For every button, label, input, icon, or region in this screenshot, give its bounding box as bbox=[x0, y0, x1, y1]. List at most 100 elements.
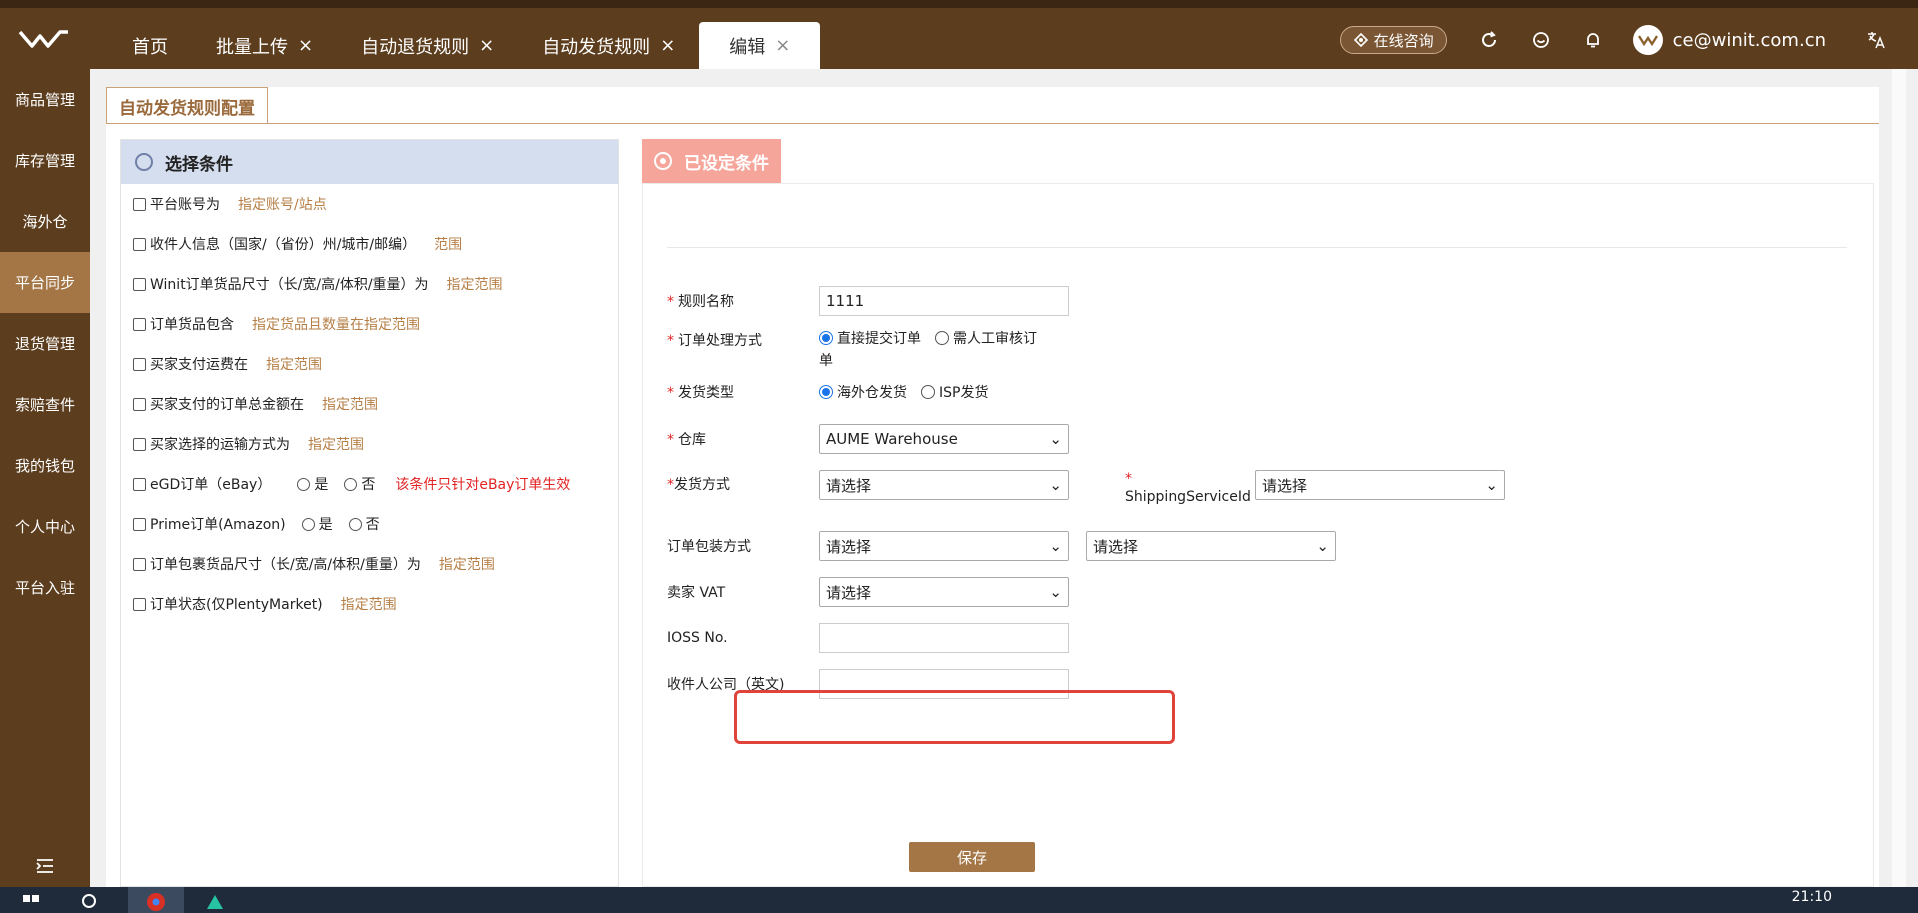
smile-icon[interactable] bbox=[1529, 28, 1553, 52]
checkbox[interactable] bbox=[133, 237, 146, 251]
condition-link[interactable]: 指定货品且数量在指定范围 bbox=[252, 314, 420, 334]
collapse-menu-icon[interactable] bbox=[0, 859, 90, 873]
radio-yes[interactable]: 是 bbox=[297, 474, 328, 494]
chevron-down-icon: ⌄ bbox=[1049, 476, 1062, 494]
sidebar-item-inventory[interactable]: 库存管理 bbox=[0, 130, 90, 191]
condition-link[interactable]: 指定范围 bbox=[439, 554, 495, 574]
user-menu[interactable]: ce@winit.com.cn bbox=[1632, 25, 1826, 55]
sidebar-item-products[interactable]: 商品管理 bbox=[0, 69, 90, 130]
chevron-down-icon: ⌄ bbox=[1049, 430, 1062, 448]
condition-link[interactable]: 指定账号/站点 bbox=[238, 194, 327, 214]
chrome-icon[interactable] bbox=[128, 887, 184, 913]
checkbox[interactable] bbox=[133, 397, 146, 411]
radio-no[interactable]: 否 bbox=[344, 474, 375, 494]
rule-config-page: 自动发货规则配置 选择条件 平台账号为 指定账号/站点 收件人信息（国家/（省份… bbox=[106, 87, 1879, 887]
conditions-panel: 选择条件 平台账号为 指定账号/站点 收件人信息（国家/（省份）州/城市/邮编）… bbox=[120, 139, 619, 887]
os-taskbar: 21:10 bbox=[0, 887, 1918, 913]
condition-link[interactable]: 指定范围 bbox=[266, 354, 322, 374]
condition-link[interactable]: 指定范围 bbox=[447, 274, 503, 294]
search-icon[interactable] bbox=[80, 887, 100, 913]
radio-manual-review[interactable]: 需人工审核订 bbox=[935, 328, 1037, 348]
condition-egd-order: eGD订单（eBay） 是 否 该条件只针对eBay订单生效 bbox=[121, 464, 618, 504]
warehouse-select[interactable]: AUME Warehouse ⌄ bbox=[819, 424, 1069, 454]
radio-no[interactable]: 否 bbox=[348, 514, 380, 534]
page-tab-auto-ship-config[interactable]: 自动发货规则配置 bbox=[106, 87, 268, 124]
condition-recipient-info: 收件人信息（国家/（省份）州/城市/邮编） 范围 bbox=[121, 224, 618, 264]
clock: 21:10 bbox=[1791, 889, 1832, 905]
checkbox[interactable] bbox=[133, 317, 146, 331]
sidebar-item-claims[interactable]: 索赔查件 bbox=[0, 374, 90, 435]
divider bbox=[667, 247, 1847, 248]
windows-icon[interactable] bbox=[22, 887, 40, 913]
app-icon[interactable] bbox=[204, 887, 226, 913]
target-icon bbox=[654, 152, 672, 170]
checkbox[interactable] bbox=[133, 557, 146, 571]
tab-bar: 首页 批量上传 × 自动退货规则 × 自动发货规则 × 编辑 × bbox=[108, 22, 821, 69]
tab-underline bbox=[106, 123, 1879, 124]
winit-logo[interactable] bbox=[18, 28, 70, 54]
sidebar-item-overseas-warehouse[interactable]: 海外仓 bbox=[0, 191, 90, 252]
checkbox[interactable] bbox=[133, 597, 146, 611]
package-row: 订单包装方式 请选择 ⌄ 请选择 ⌄ bbox=[667, 531, 1336, 561]
checkbox[interactable] bbox=[133, 197, 146, 211]
package-select-secondary[interactable]: 请选择 ⌄ bbox=[1086, 531, 1336, 561]
vat-select[interactable]: 请选择 ⌄ bbox=[819, 577, 1069, 607]
checkbox[interactable] bbox=[133, 277, 146, 291]
close-icon[interactable]: × bbox=[479, 35, 494, 56]
circle-icon bbox=[135, 153, 153, 171]
sidebar-item-platform-sync[interactable]: 平台同步 bbox=[0, 252, 90, 313]
process-mode-row: * 订单处理方式 直接提交订单 需人工审核订 单 bbox=[667, 328, 1069, 370]
rule-name-input[interactable]: 1111 bbox=[819, 286, 1069, 316]
warehouse-row: * 仓库 AUME Warehouse ⌄ bbox=[667, 424, 1069, 454]
tab-edit[interactable]: 编辑 × bbox=[699, 22, 821, 69]
sidebar: 商品管理 库存管理 海外仓 平台同步 退货管理 索赔查件 我的钱包 个人中心 平… bbox=[0, 69, 90, 887]
chevron-down-icon: ⌄ bbox=[1485, 476, 1498, 494]
ship-type-row: * 发货类型 海外仓发货 ISP发货 bbox=[667, 382, 1002, 402]
radio-direct-submit[interactable]: 直接提交订单 bbox=[819, 328, 921, 348]
condition-winit-size: Winit订单货品尺寸（长/宽/高/体积/重量）为 指定范围 bbox=[121, 264, 618, 304]
close-icon[interactable]: × bbox=[298, 35, 313, 56]
tab-batch-upload[interactable]: 批量上传 × bbox=[192, 22, 337, 69]
radio-overseas-warehouse[interactable]: 海外仓发货 bbox=[819, 382, 907, 402]
checkbox[interactable] bbox=[133, 437, 146, 451]
condition-package-size: 订单包裹货品尺寸（长/宽/高/体积/重量）为 指定范围 bbox=[121, 544, 618, 584]
refresh-icon[interactable] bbox=[1477, 28, 1501, 52]
ship-method-row: *发货方式 请选择 ⌄ * ShippingServiceId 请选择 ⌄ bbox=[667, 470, 1505, 506]
close-icon[interactable]: × bbox=[775, 35, 790, 56]
chat-icon bbox=[1353, 32, 1368, 48]
tab-auto-return-rules[interactable]: 自动退货规则 × bbox=[337, 22, 518, 69]
scrollbar[interactable] bbox=[1892, 69, 1906, 887]
chevron-down-icon: ⌄ bbox=[1316, 537, 1329, 555]
ebay-warning: 该条件只针对eBay订单生效 bbox=[395, 477, 571, 493]
package-select-primary[interactable]: 请选择 ⌄ bbox=[819, 531, 1069, 561]
condition-buyer-shipping-fee: 买家支付运费在 指定范围 bbox=[121, 344, 618, 384]
language-icon[interactable] bbox=[1864, 28, 1888, 52]
checkbox[interactable] bbox=[133, 357, 146, 371]
ioss-input[interactable] bbox=[819, 623, 1069, 653]
radio-yes[interactable]: 是 bbox=[301, 514, 333, 534]
bell-icon[interactable] bbox=[1581, 28, 1605, 52]
tab-home[interactable]: 首页 bbox=[108, 22, 192, 69]
condition-link[interactable]: 范围 bbox=[434, 234, 462, 254]
ship-method-select[interactable]: 请选择 ⌄ bbox=[819, 470, 1069, 500]
checkbox[interactable] bbox=[133, 477, 146, 491]
chevron-down-icon: ⌄ bbox=[1049, 537, 1062, 555]
sidebar-item-personal-center[interactable]: 个人中心 bbox=[0, 496, 90, 557]
checkbox[interactable] bbox=[133, 517, 146, 531]
top-bar: 首页 批量上传 × 自动退货规则 × 自动发货规则 × 编辑 × 在线咨询 ce@win… bbox=[0, 0, 1918, 69]
radio-isp[interactable]: ISP发货 bbox=[921, 382, 988, 402]
condition-link[interactable]: 指定范围 bbox=[308, 434, 364, 454]
sidebar-item-wallet[interactable]: 我的钱包 bbox=[0, 435, 90, 496]
sidebar-item-platform-onboarding[interactable]: 平台入驻 bbox=[0, 557, 90, 618]
save-button[interactable]: 保存 bbox=[909, 842, 1035, 872]
online-consult-button[interactable]: 在线咨询 bbox=[1339, 26, 1447, 54]
avatar bbox=[1632, 25, 1663, 55]
tab-auto-ship-rules[interactable]: 自动发货规则 × bbox=[518, 22, 699, 69]
condition-link[interactable]: 指定范围 bbox=[341, 594, 397, 614]
shipping-service-select[interactable]: 请选择 ⌄ bbox=[1255, 470, 1505, 500]
close-icon[interactable]: × bbox=[660, 35, 675, 56]
ioss-row: IOSS No. bbox=[667, 623, 1069, 653]
condition-link[interactable]: 指定范围 bbox=[322, 394, 378, 414]
sidebar-item-returns[interactable]: 退货管理 bbox=[0, 313, 90, 374]
condition-order-status: 订单状态(仅PlentyMarket) 指定范围 bbox=[121, 584, 618, 624]
